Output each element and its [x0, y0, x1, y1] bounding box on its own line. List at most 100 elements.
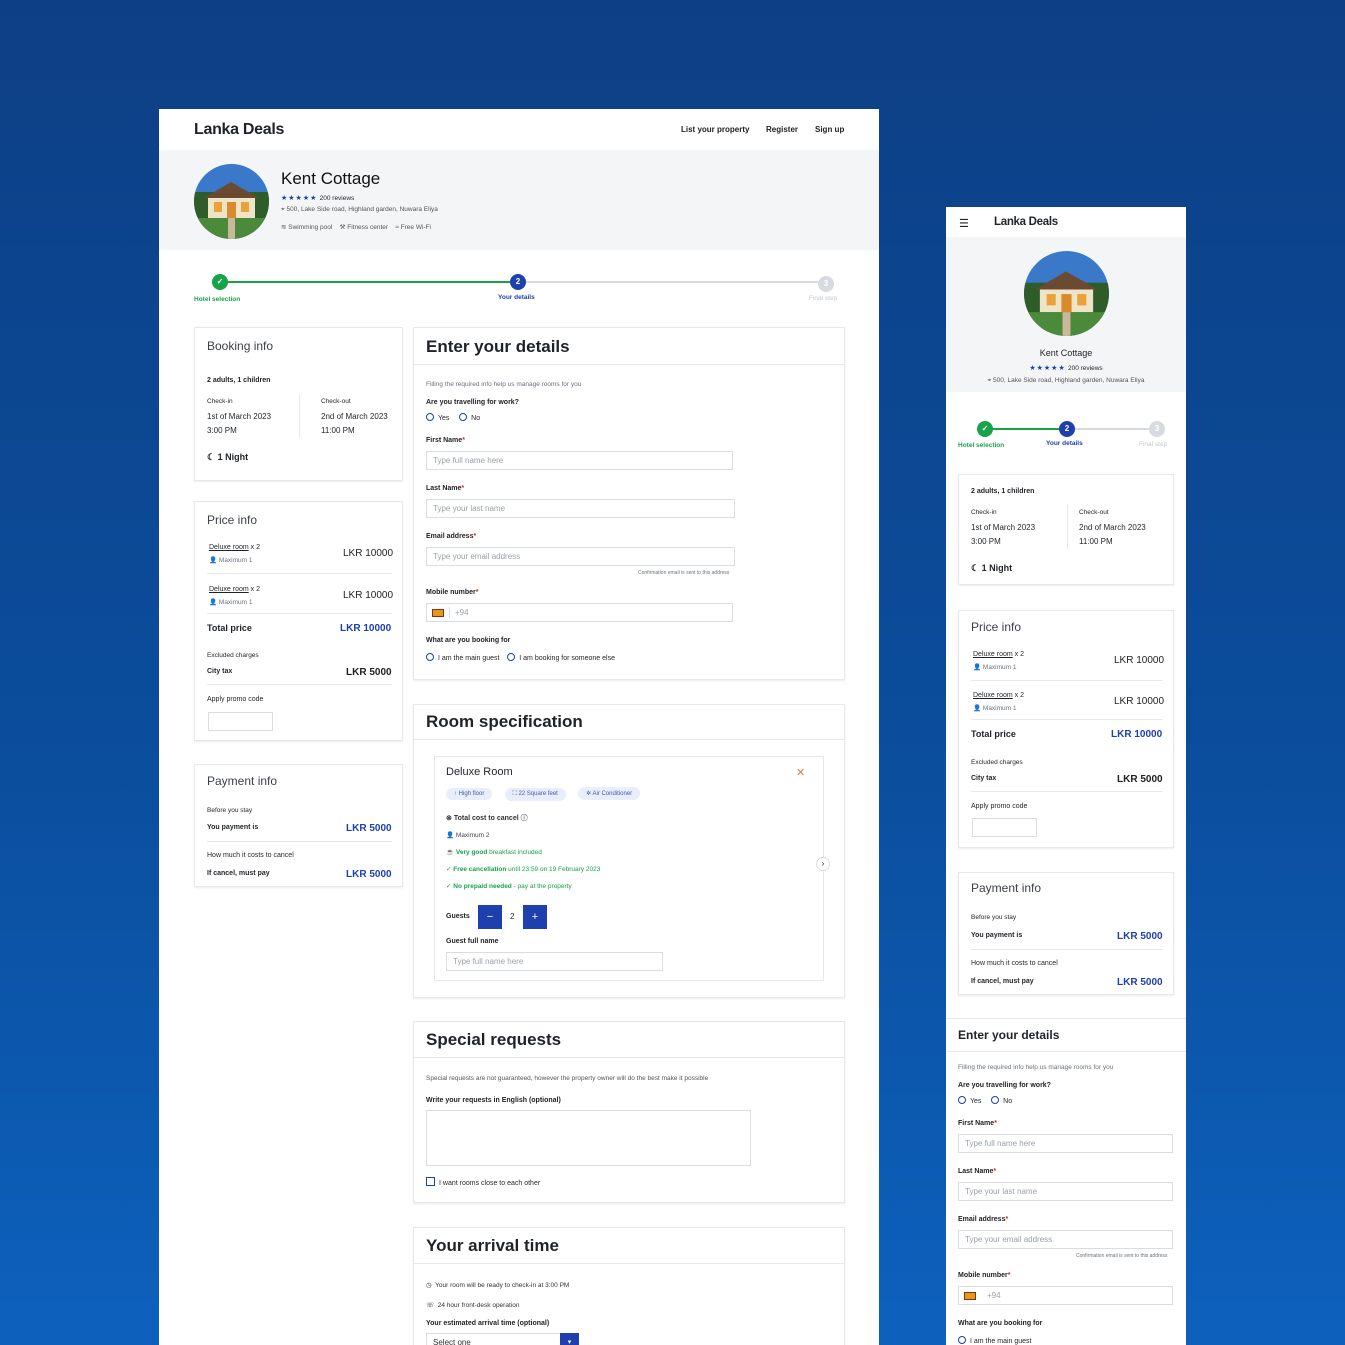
- first-name-input[interactable]: Type full name here: [426, 451, 733, 470]
- info-icon[interactable]: ⓘ: [521, 815, 528, 822]
- divider: [207, 573, 392, 574]
- booking-title: Booking info: [207, 339, 274, 353]
- room-pills: ↑ High floor ⛶ 22 Square feet ✲ Air Cond…: [446, 787, 650, 801]
- radio-no[interactable]: No: [991, 1096, 1012, 1105]
- nav-register[interactable]: Register: [766, 125, 798, 134]
- cancel-label: If cancel, must pay: [971, 978, 1034, 985]
- promo-input[interactable]: [208, 712, 273, 731]
- step-hotel-selection-check-icon: ✓: [977, 421, 993, 437]
- pay-value: LKR 5000: [1117, 931, 1163, 942]
- radio-yes[interactable]: Yes: [958, 1096, 981, 1105]
- divider: [971, 680, 1163, 681]
- radio-yes[interactable]: Yes: [426, 413, 449, 422]
- guest-name-input[interactable]: Type full name here: [446, 952, 663, 971]
- details-card: Enter your details Filling the required …: [413, 327, 845, 680]
- guests-value: 2: [510, 912, 515, 921]
- room-max-1: 👤 Maximum 1: [209, 557, 253, 564]
- chevron-down-icon[interactable]: ▾: [560, 1333, 579, 1345]
- work-question: Are you travelling for work?: [426, 399, 519, 406]
- guests-minus-button[interactable]: −: [478, 905, 502, 929]
- step-label-hotel: Hotel selection: [958, 442, 1005, 449]
- radio-main-guest[interactable]: I am the main guest: [958, 1336, 1031, 1345]
- special-intro: Special requests are not guaranteed, how…: [426, 1075, 709, 1082]
- mobile-label: Mobile number*: [958, 1272, 1011, 1279]
- flag-icon[interactable]: [432, 609, 444, 617]
- checkout-label: Check-out: [1079, 509, 1109, 516]
- step-label-hotel: Hotel selection: [194, 296, 241, 303]
- mobile-brand-logo[interactable]: Lanka Deals: [994, 216, 1058, 228]
- pay-label: You payment is: [971, 932, 1023, 939]
- clock-icon: ◷: [426, 1282, 432, 1289]
- step-your-details: 2: [510, 274, 526, 290]
- radio-no[interactable]: No: [459, 413, 480, 422]
- flag-icon[interactable]: [964, 1292, 976, 1300]
- excluded-label: Excluded charges: [971, 759, 1023, 766]
- step-hotel-selection-check-icon: ✓: [212, 274, 228, 290]
- booking-guests: 2 adults, 1 children: [971, 488, 1035, 495]
- reviews-count[interactable]: 200 reviews: [1068, 365, 1103, 372]
- pin-icon: ⌖: [281, 206, 285, 213]
- price-title: Price info: [971, 620, 1022, 634]
- cancel-value: LKR 5000: [1117, 977, 1163, 988]
- room-link-2[interactable]: Deluxe room: [973, 692, 1013, 699]
- room-price-2: LKR 10000: [343, 590, 394, 601]
- mobile-label: Mobile number*: [426, 589, 479, 596]
- divider: [207, 684, 392, 685]
- booking-guests: 2 adults, 1 children: [207, 377, 271, 384]
- checkin-date: 1st of March 2023: [971, 523, 1036, 532]
- reviews-count[interactable]: 200 reviews: [320, 195, 355, 202]
- work-radio-group: Yes No: [958, 1096, 1012, 1105]
- check-icon: ✓: [446, 883, 452, 890]
- email-note: Confirmation email is sent to this addre…: [638, 570, 730, 576]
- close-icon[interactable]: ✕: [796, 766, 805, 779]
- divider: [946, 1051, 1186, 1052]
- hotel-amenities: ≋ Swimming pool ⚒ Fitness center ≈ Free …: [281, 224, 432, 231]
- first-name-input[interactable]: Type full name here: [958, 1134, 1173, 1153]
- step-label-details: Your details: [498, 294, 535, 301]
- excluded-label: Excluded charges: [207, 652, 259, 659]
- desk-line: ☏ 24 hour front-desk operation: [426, 1302, 520, 1309]
- room-link-1[interactable]: Deluxe room: [209, 544, 249, 551]
- brand-logo[interactable]: Lanka Deals: [194, 121, 284, 139]
- radio-main-guest[interactable]: I am the main guest: [426, 653, 499, 662]
- mobile-input[interactable]: +94: [426, 603, 733, 622]
- first-name-label: First Name*: [426, 437, 465, 444]
- work-question: Are you travelling for work?: [958, 1082, 1051, 1089]
- special-textarea[interactable]: [426, 1110, 751, 1166]
- last-name-input[interactable]: Type your last name: [426, 499, 735, 518]
- checkin-time: 3:00 PM: [207, 426, 237, 435]
- close-rooms-checkbox[interactable]: I want rooms close to each other: [426, 1177, 540, 1187]
- room-link-1[interactable]: Deluxe room: [973, 651, 1013, 658]
- mobile-input[interactable]: +94: [958, 1286, 1173, 1305]
- mobile-hotel-name: Kent Cottage: [1039, 348, 1093, 358]
- ready-line: ◷ Your room will be ready to check-in at…: [426, 1282, 570, 1289]
- last-name-input[interactable]: Type your last name: [958, 1182, 1173, 1201]
- wifi-icon: ≈: [395, 224, 399, 231]
- promo-input[interactable]: [972, 818, 1037, 837]
- chevron-right-icon[interactable]: ›: [816, 857, 830, 871]
- radio-someone-else[interactable]: I am booking for someone else: [507, 653, 615, 662]
- nights: ☾ 1 Night: [207, 452, 249, 462]
- menu-icon[interactable]: ☰: [959, 217, 969, 230]
- price-title: Price info: [207, 513, 258, 527]
- divider: [207, 613, 392, 614]
- booking-for-label: What are you booking for: [426, 637, 511, 644]
- room-link-2[interactable]: Deluxe room: [209, 586, 249, 593]
- rating-stars: ★★★★★: [281, 195, 318, 202]
- before-stay: Before you stay: [971, 914, 1017, 921]
- step-line-done: [220, 281, 518, 283]
- guests-plus-button[interactable]: +: [523, 905, 547, 929]
- arrival-select[interactable]: Select one: [426, 1333, 579, 1345]
- nav-list-property[interactable]: List your property: [681, 125, 749, 134]
- desktop-frame: Lanka Deals List your property Register …: [159, 109, 879, 1345]
- nav-signup[interactable]: Sign up: [815, 125, 844, 134]
- booking-info-card: Booking info 2 adults, 1 children Check-…: [194, 327, 403, 481]
- tax-label: City tax: [207, 668, 233, 675]
- pay-label: You payment is: [207, 824, 259, 831]
- breakfast: ☕ Very good breakfast included: [446, 849, 542, 856]
- email-input[interactable]: Type your email address: [426, 547, 735, 566]
- payment-info-card: Payment info Before you stay You payment…: [194, 764, 403, 887]
- email-input[interactable]: Type your email address: [958, 1230, 1173, 1249]
- tax-value: LKR 5000: [346, 667, 392, 678]
- cancel-label: If cancel, must pay: [207, 870, 270, 877]
